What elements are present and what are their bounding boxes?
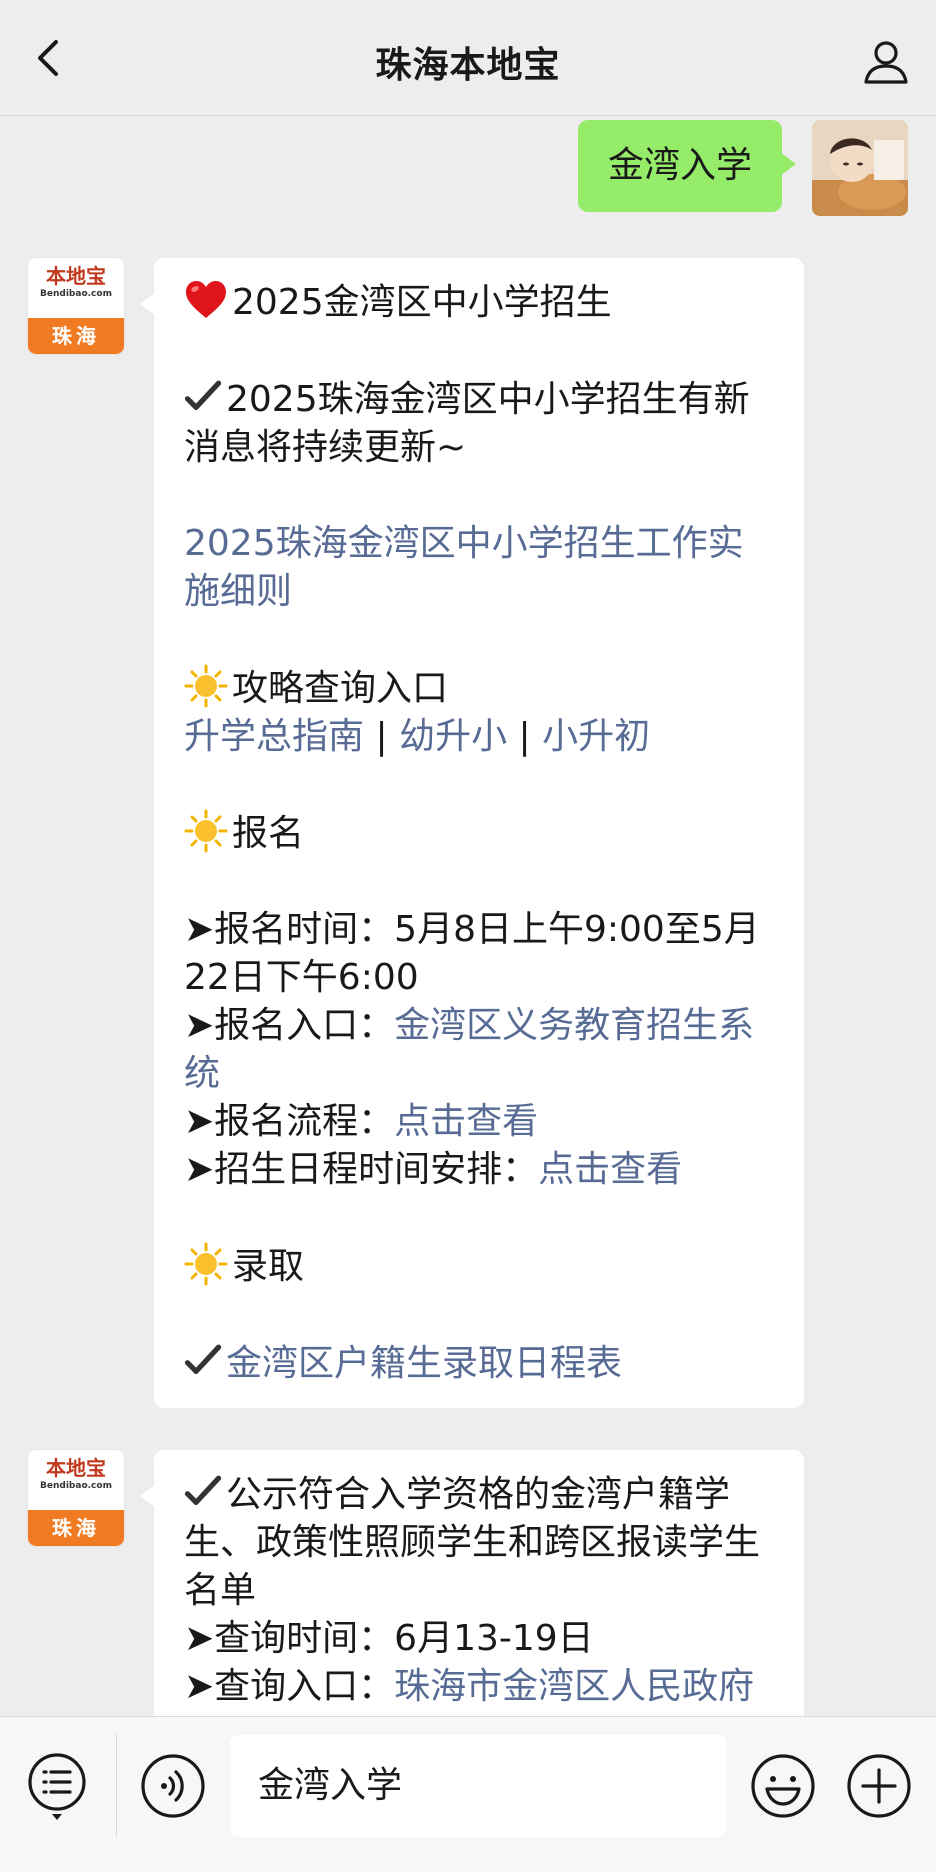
bendibao-logo: 本地宝 Bendibao.com <box>28 258 124 318</box>
logo-text: 本地宝 <box>46 1456 106 1480</box>
check-mark-icon <box>184 380 222 410</box>
top-nav-bar: 珠海本地宝 <box>0 0 936 116</box>
user-avatar[interactable] <box>812 120 908 216</box>
admit-schedule-link[interactable]: 金湾区户籍生录取日程表 <box>226 1343 622 1384</box>
plus-icon[interactable] <box>846 1753 912 1819</box>
input-toolbar: 金湾入学 <box>0 1716 936 1872</box>
sun-icon <box>184 664 228 708</box>
signup-entry-line: ➤报名入口：金湾区义务教育招生系统 <box>184 1002 776 1098</box>
notice-text: 公示符合入学资格的金湾户籍学生、政策性照顾学生和跨区报读学生名单 <box>184 1474 761 1611</box>
received-message-bubble[interactable]: 2025金湾区中小学招生 2025珠海金湾区中小学招生有新消息将持续更新~ 20… <box>140 258 804 1408</box>
person-icon[interactable] <box>862 38 910 86</box>
logo-city: 珠海 <box>28 318 124 354</box>
guide-link-primary-to-junior[interactable]: 小升初 <box>542 716 650 757</box>
msg-title-line: 2025金湾区中小学招生 <box>184 278 776 327</box>
update-note: 2025珠海金湾区中小学招生有新消息将持续更新~ <box>184 379 750 468</box>
schedule-line: ➤招生日程时间安排：点击查看 <box>184 1146 776 1194</box>
signup-process-label: ➤报名流程： <box>184 1101 395 1142</box>
logo-domain: Bendibao.com <box>40 289 112 299</box>
sent-message-bubble[interactable]: 金湾入学 <box>577 120 797 212</box>
signup-heading-line: 报名 <box>184 809 776 858</box>
user-avatar-image <box>812 120 908 216</box>
schedule-link[interactable]: 点击查看 <box>538 1149 682 1190</box>
divider <box>116 1733 117 1837</box>
guide-link-overall[interactable]: 升学总指南 <box>184 716 364 757</box>
notice-line: 公示符合入学资格的金湾户籍学生、政策性照顾学生和跨区报读学生名单 <box>184 1470 776 1615</box>
query-entry-line: ➤查询入口：珠海市金湾区人民政府 <box>184 1663 776 1711</box>
menu-list-icon[interactable] <box>26 1751 88 1821</box>
voice-icon[interactable] <box>140 1753 206 1819</box>
admit-link-line: 金湾区户籍生录取日程表 <box>184 1339 776 1388</box>
msg-title: 2025金湾区中小学招生 <box>232 282 612 323</box>
query-time-value: 6月13-19日 <box>394 1618 594 1659</box>
received-message-bubble[interactable]: 公示符合入学资格的金湾户籍学生、政策性照顾学生和跨区报读学生名单 ➤查询时间：6… <box>140 1450 804 1716</box>
logo-city: 珠海 <box>28 1510 124 1546</box>
admit-heading-line: 录取 <box>184 1242 776 1291</box>
signup-time-line: ➤报名时间：5月8日上午9:00至5月22日下午6:00 <box>184 906 776 1002</box>
query-time-line: ➤查询时间：6月13-19日 <box>184 1615 776 1663</box>
query-time-label: ➤查询时间： <box>184 1618 395 1659</box>
chat-area[interactable]: 金湾入学 本地宝 Bendibao.com 珠海 2025金湾区中小学招生 20… <box>0 116 936 1716</box>
bot-avatar[interactable]: 本地宝 Bendibao.com 珠海 <box>28 258 124 354</box>
signup-heading: 报名 <box>232 813 305 854</box>
message-input[interactable]: 金湾入学 <box>230 1735 726 1837</box>
guide-heading: 攻略查询入口 <box>232 668 449 709</box>
rules-link[interactable]: 2025珠海金湾区中小学招生工作实施细则 <box>184 520 776 616</box>
update-note-line: 2025珠海金湾区中小学招生有新消息将持续更新~ <box>184 375 776 472</box>
check-mark-icon <box>184 1344 222 1374</box>
signup-process-link[interactable]: 点击查看 <box>394 1101 538 1142</box>
logo-text: 本地宝 <box>46 264 106 288</box>
bot-avatar[interactable]: 本地宝 Bendibao.com 珠海 <box>28 1450 124 1546</box>
signup-process-line: ➤报名流程：点击查看 <box>184 1098 776 1146</box>
separator: | <box>375 716 388 757</box>
guide-links-line: 升学总指南 | 幼升小 | 小升初 <box>184 713 776 761</box>
separator: | <box>518 716 531 757</box>
red-heart-icon <box>186 281 226 318</box>
guide-link-kindergarten-to-primary[interactable]: 幼升小 <box>399 716 507 757</box>
check-mark-icon <box>184 1475 222 1505</box>
signup-time-label: ➤报名时间： <box>184 909 395 950</box>
emoji-icon[interactable] <box>750 1753 816 1819</box>
guide-heading-line: 攻略查询入口 <box>184 664 776 713</box>
admit-heading: 录取 <box>232 1246 305 1287</box>
query-entry-label: ➤查询入口： <box>184 1666 395 1707</box>
bendibao-logo: 本地宝 Bendibao.com <box>28 1450 124 1510</box>
sun-icon <box>184 1242 228 1286</box>
schedule-label: ➤招生日程时间安排： <box>184 1149 539 1190</box>
signup-entry-label: ➤报名入口： <box>184 1005 395 1046</box>
logo-domain: Bendibao.com <box>40 1481 112 1491</box>
chat-title: 珠海本地宝 <box>375 45 561 86</box>
query-entry-link[interactable]: 珠海市金湾区人民政府 <box>394 1666 754 1707</box>
sun-icon <box>184 809 228 853</box>
